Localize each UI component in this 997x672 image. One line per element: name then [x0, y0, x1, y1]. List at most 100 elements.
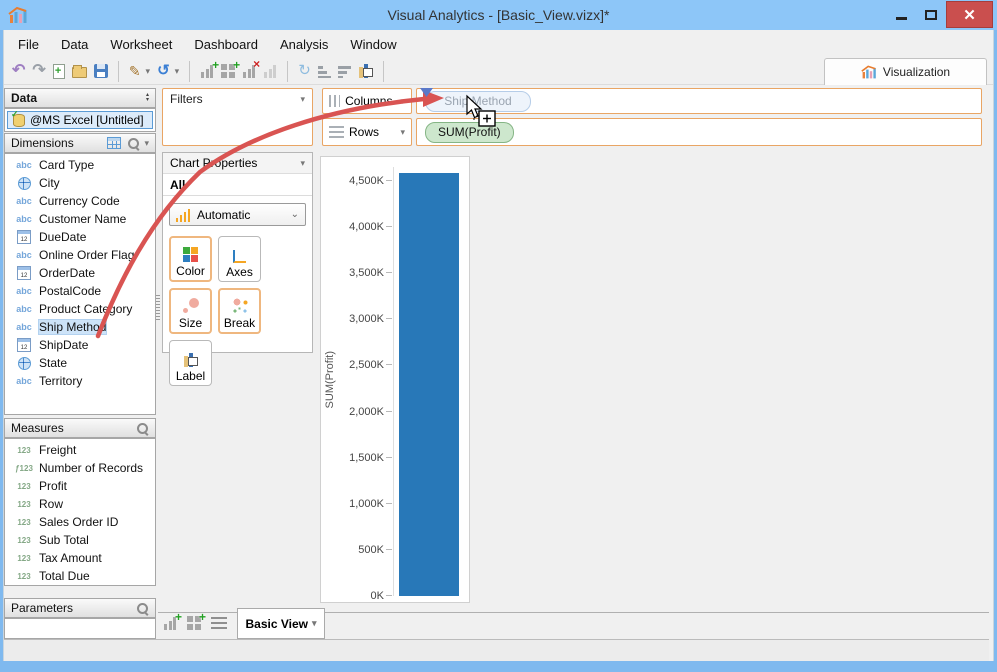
sum-profit-pill[interactable]: SUM(Profit): [425, 121, 514, 143]
dimension-customer-name[interactable]: Customer Name: [5, 210, 155, 228]
dimensions-menu-caret[interactable]: ▾: [144, 138, 149, 149]
duplicate-sheet-icon[interactable]: [263, 64, 278, 78]
dimension-product-category[interactable]: Product Category: [5, 300, 155, 318]
maximize-icon: [925, 9, 937, 20]
new-dashboard-icon[interactable]: [187, 610, 206, 630]
dimension-card-type[interactable]: Card Type: [5, 156, 155, 174]
measure-sub-total[interactable]: Sub Total: [5, 531, 155, 549]
view-data-icon[interactable]: [107, 137, 122, 149]
toolbar-separator: [287, 60, 289, 82]
menu-dashboard[interactable]: Dashboard: [194, 37, 258, 52]
wand-dropdown-caret[interactable]: ▾: [146, 66, 151, 77]
filters-shelf[interactable]: Filters ▾: [162, 88, 313, 146]
measure-profit[interactable]: Profit: [5, 477, 155, 495]
visualization-tab[interactable]: Visualization: [824, 58, 987, 85]
measure-total-due[interactable]: Total Due: [5, 567, 155, 585]
sheet-list-icon[interactable]: [211, 617, 227, 629]
menu-file[interactable]: File: [18, 37, 39, 52]
show-labels-icon[interactable]: [357, 64, 373, 78]
menu-window[interactable]: Window: [350, 37, 396, 52]
sort-descending-icon[interactable]: [337, 64, 351, 78]
color-button[interactable]: Color: [169, 236, 212, 282]
measure-row[interactable]: Row: [5, 495, 155, 513]
dimension-duedate[interactable]: DueDate: [5, 228, 155, 246]
dimension-orderdate[interactable]: OrderDate: [5, 264, 155, 282]
break-button[interactable]: Break: [218, 288, 261, 334]
rows-shelf-label[interactable]: Rows ▾: [322, 118, 412, 146]
search-measures-icon[interactable]: [136, 422, 149, 435]
collapse-expand-icon[interactable]: ▴ ▾: [146, 92, 149, 103]
dimension-postalcode[interactable]: PostalCode: [5, 282, 155, 300]
sort-ascending-icon[interactable]: [317, 64, 331, 78]
menu-worksheet[interactable]: Worksheet: [110, 37, 172, 52]
basic-view-tab[interactable]: Basic View ▾: [237, 608, 325, 639]
dimension-currency-code[interactable]: Currency Code: [5, 192, 155, 210]
new-file-icon[interactable]: [52, 63, 65, 79]
dimension-ship-method[interactable]: Ship Method: [5, 318, 155, 336]
columns-shelf[interactable]: Ship Method: [416, 88, 982, 114]
rows-shelf[interactable]: SUM(Profit): [416, 118, 982, 146]
color-swatches-icon: [183, 247, 198, 262]
redo-icon[interactable]: ↷: [32, 63, 45, 79]
open-file-icon[interactable]: [71, 65, 87, 78]
measures-list: Freight Number of Records Profit Row Sal…: [4, 438, 156, 586]
rows-label: Rows: [349, 125, 380, 139]
ship-method-ghost-pill[interactable]: Ship Method: [425, 90, 531, 112]
dimension-city[interactable]: City: [5, 174, 155, 192]
close-button[interactable]: ✕: [946, 1, 993, 28]
y-tick-mark: [386, 456, 392, 458]
refresh-data-icon[interactable]: ↺: [157, 63, 170, 79]
y-tick-mark: [386, 502, 392, 504]
window-title: Visual Analytics - [Basic_View.vizx]*: [387, 7, 610, 23]
geo-field-icon: [14, 177, 34, 190]
columns-shelf-label[interactable]: Columns ▾: [322, 88, 412, 114]
add-dashboard-icon[interactable]: [221, 58, 240, 78]
menubar: File Data Worksheet Dashboard Analysis W…: [4, 30, 993, 58]
rows-caret[interactable]: ▾: [400, 127, 405, 138]
chart-properties-caret[interactable]: ▾: [300, 158, 305, 169]
measure-number-of-records[interactable]: Number of Records: [5, 459, 155, 477]
y-tick-mark: [386, 410, 392, 412]
close-icon: ✕: [963, 6, 976, 24]
date-field-icon: [14, 266, 34, 280]
mark-type-dropdown[interactable]: Automatic ⌄: [169, 203, 306, 226]
dimension-territory[interactable]: Territory: [5, 372, 155, 390]
columns-caret[interactable]: ▾: [400, 96, 405, 107]
measure-tax-amount[interactable]: Tax Amount: [5, 549, 155, 567]
label-button[interactable]: Label: [169, 340, 212, 386]
data-source-item[interactable]: @MS Excel [Untitled]: [7, 109, 153, 129]
delete-sheet-icon[interactable]: [242, 57, 260, 78]
measure-sales-order-id[interactable]: Sales Order ID: [5, 513, 155, 531]
search-parameters-icon[interactable]: [136, 602, 149, 615]
basic-view-tab-caret[interactable]: ▾: [312, 618, 317, 629]
dimension-online-order-flag[interactable]: Online Order Flag: [5, 246, 155, 264]
dimension-shipdate[interactable]: ShipDate: [5, 336, 155, 354]
format-wand-icon[interactable]: ✎: [129, 63, 141, 79]
measure-freight[interactable]: Freight: [5, 441, 155, 459]
axes-button[interactable]: Axes: [218, 236, 261, 282]
profit-bar[interactable]: [398, 172, 459, 596]
dimension-state[interactable]: State: [5, 354, 155, 372]
undo-icon[interactable]: ↶: [12, 63, 25, 79]
number-field-icon: [14, 554, 34, 563]
y-tick-label: 3,000K: [349, 313, 384, 326]
minimize-button[interactable]: [886, 2, 916, 28]
panel-splitter-handle[interactable]: [156, 295, 160, 321]
maximize-button[interactable]: [916, 2, 946, 28]
add-worksheet-icon[interactable]: [200, 58, 219, 78]
refresh-dropdown-caret[interactable]: ▾: [175, 66, 180, 77]
new-worksheet-icon[interactable]: [163, 610, 182, 630]
y-tick-mark: [386, 548, 392, 550]
chart-panel: SUM(Profit) 0K 500K 1,000K 1,500K 2,000K 2,50…: [320, 156, 470, 603]
menu-data[interactable]: Data: [61, 37, 88, 52]
search-dimensions-icon[interactable]: [127, 137, 140, 150]
menu-analysis[interactable]: Analysis: [280, 37, 328, 52]
size-button[interactable]: Size: [169, 288, 212, 334]
swap-axes-icon[interactable]: ↻: [298, 63, 311, 79]
save-icon[interactable]: [93, 64, 108, 78]
y-tick-label: 1,500K: [349, 451, 384, 464]
filters-caret[interactable]: ▾: [300, 94, 305, 105]
size-circles-icon: [182, 298, 199, 314]
filters-title: Filters: [170, 92, 203, 106]
y-tick-mark: [386, 318, 392, 320]
